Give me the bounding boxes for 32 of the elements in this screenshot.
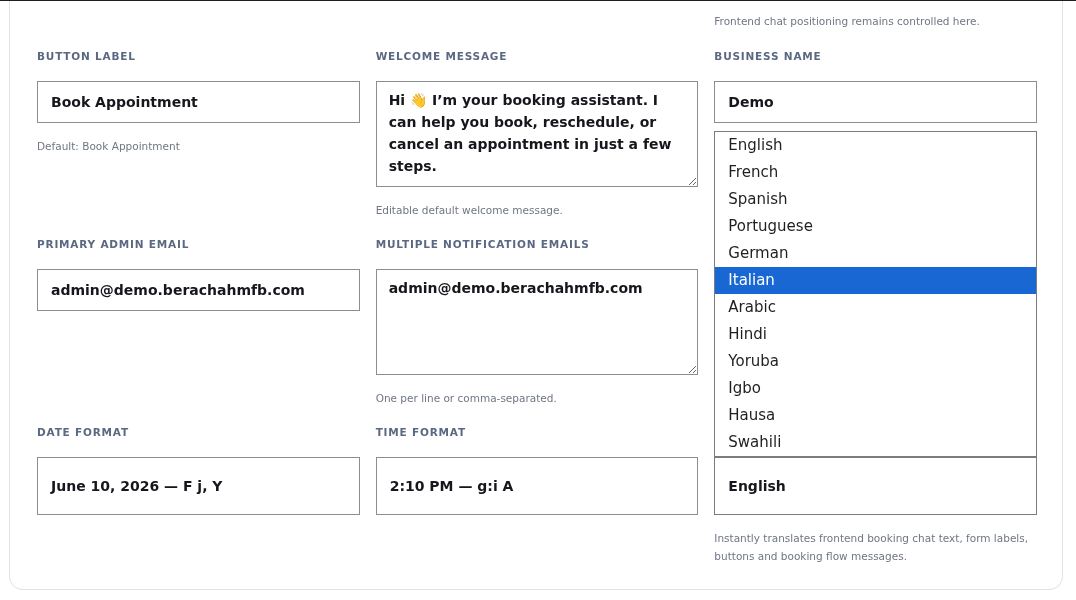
dropdown-option[interactable]: English [715,132,1036,159]
dropdown-option[interactable]: Yoruba [715,348,1036,375]
dropdown-option[interactable]: Spanish [715,186,1036,213]
select-field[interactable]: English [714,457,1037,515]
hint-text: Frontend chat positioning remains controlled here. [714,14,981,29]
select-field[interactable]: June 10, 2026 — F j, Y [37,457,360,515]
text-input[interactable]: Book Appointment [37,81,360,123]
field-label: BUSINESS NAME [714,49,823,63]
dropdown-option[interactable]: Arabic [715,294,1036,321]
field-label: WELCOME MESSAGE [375,49,509,63]
dropdown-option[interactable]: Igbo [715,375,1036,402]
hint-text: Editable default welcome message. [375,203,564,218]
hint-text: Default: Book Appointment [37,139,181,154]
field-label: BUTTON LABEL [37,49,137,63]
dropdown-option[interactable]: French [715,159,1036,186]
text-input[interactable]: admin@demo.berachahmfb.com [37,269,360,311]
dropdown-option[interactable]: Italian [715,267,1036,294]
textarea-field[interactable]: admin@demo.berachahmfb.com [375,269,699,375]
field-label: MULTIPLE NOTIFICATION EMAILS [375,237,591,251]
hint-text: Instantly translates frontend booking chat text, form labels, buttons and booking flow messages. [714,531,1030,564]
dropdown-option[interactable]: Hausa [715,402,1036,429]
textarea-field[interactable]: Hi 👋 I’m your booking assistant. I can help you book, reschedule, or cancel an appointment in just a few steps. [375,81,699,187]
select-field[interactable]: 2:10 PM — g:i A [375,457,699,515]
hint-text: One per line or comma-separated. [375,391,558,406]
field-label: PRIMARY ADMIN EMAIL [37,237,191,251]
dropdown-option[interactable]: Hindi [715,321,1036,348]
field-label: DATE FORMAT [37,425,130,439]
dropdown-option[interactable]: Swahili [715,429,1036,456]
field-label: TIME FORMAT [375,425,467,439]
dropdown-option[interactable]: German [715,240,1036,267]
dropdown-option[interactable]: Portuguese [715,213,1036,240]
text-input[interactable]: Demo [714,81,1037,123]
